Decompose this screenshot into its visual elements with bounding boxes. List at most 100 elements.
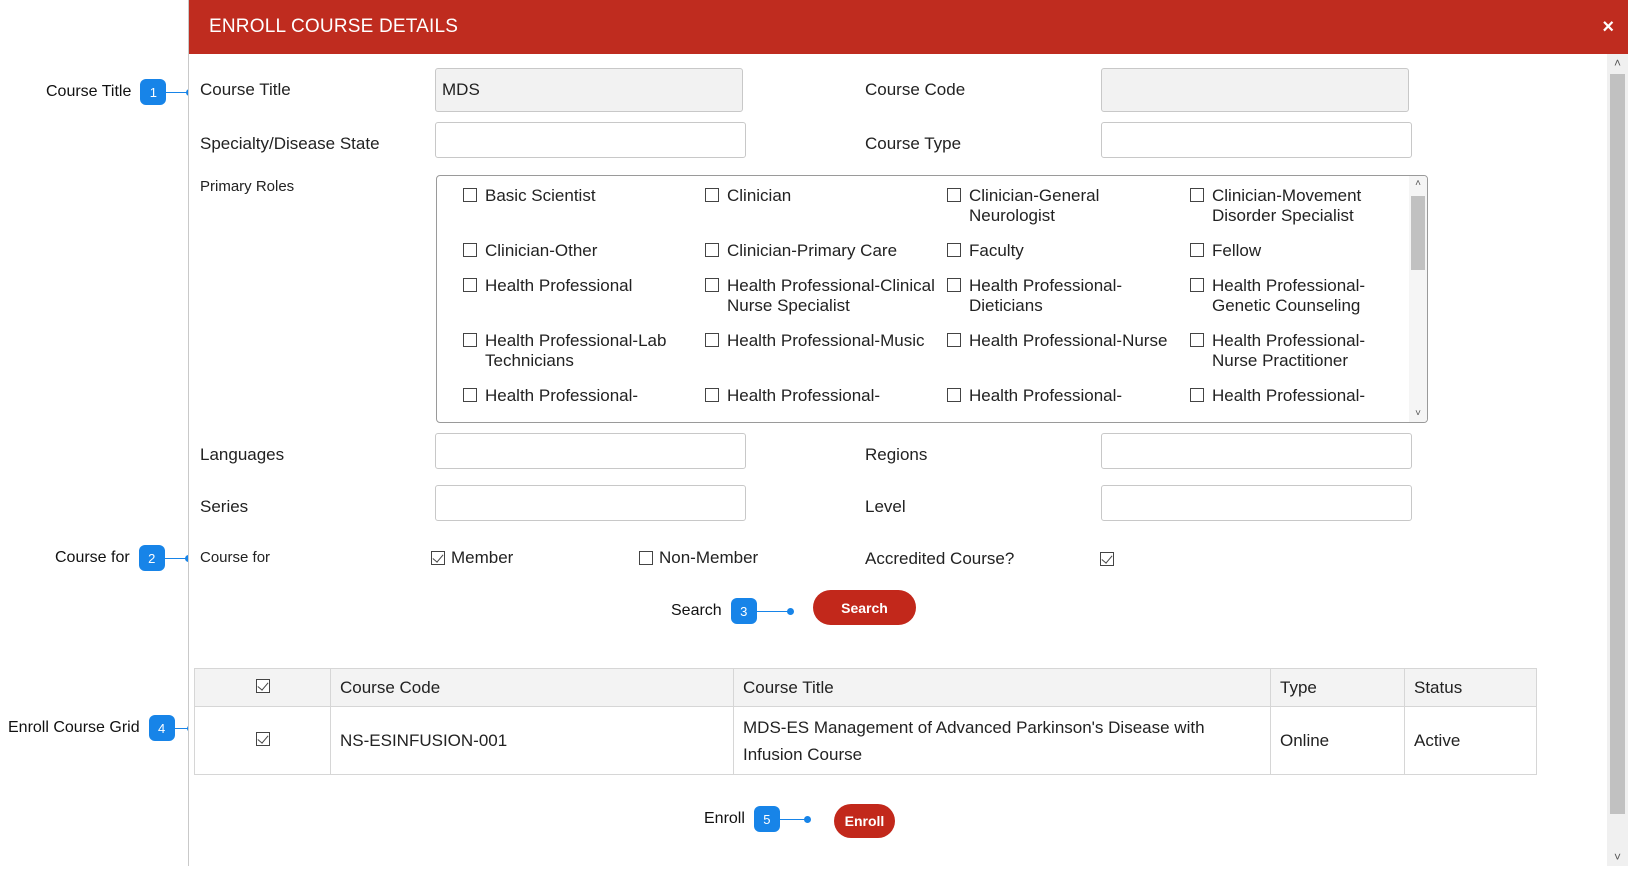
role-checkbox[interactable] (463, 333, 477, 347)
grid-header-select[interactable] (194, 668, 331, 707)
row-checkbox[interactable] (255, 732, 270, 746)
languages-input[interactable] (435, 433, 746, 469)
series-input[interactable] (435, 485, 746, 521)
course-code-field[interactable] (1101, 68, 1409, 112)
role-label: Fellow (1212, 241, 1262, 260)
scroll-up-icon[interactable]: ˄ (1409, 176, 1427, 192)
scroll-down-icon[interactable]: ˅ (1607, 848, 1628, 866)
close-icon[interactable]: × (1602, 17, 1614, 37)
scroll-thumb[interactable] (1610, 74, 1625, 814)
role-label: Faculty (969, 241, 1024, 260)
select-all-checkbox[interactable] (255, 678, 270, 693)
role-label: Health Professional-Clinical Nurse Speci… (727, 276, 935, 315)
enroll-course-modal: ENROLL COURSE DETAILS × Course Title MDS… (188, 0, 1628, 866)
callout-course-title: Course Title 1 (46, 79, 194, 105)
role-label: Health Professional- (485, 386, 639, 405)
role-option[interactable]: Health Professional-Lab Technicians (463, 331, 705, 371)
role-checkbox[interactable] (947, 333, 961, 347)
role-checkbox[interactable] (947, 188, 961, 202)
non-member-check-icon[interactable] (639, 551, 653, 565)
role-option[interactable]: Health Professional-Nurse Practitioner (1190, 331, 1408, 371)
specialty-label: Specialty/Disease State (200, 134, 380, 153)
role-option[interactable]: Health Professional-Genetic Counseling (1190, 276, 1408, 316)
role-checkbox[interactable] (705, 243, 719, 257)
role-option[interactable]: Health Professional- (1190, 386, 1408, 406)
role-option[interactable]: Basic Scientist (463, 186, 705, 226)
role-checkbox[interactable] (705, 188, 719, 202)
level-input[interactable] (1101, 485, 1412, 521)
course-code-label: Course Code (865, 80, 966, 99)
modal-scrollbar[interactable]: ˄ ˅ (1607, 54, 1628, 866)
role-checkbox[interactable] (947, 278, 961, 292)
callout-badge: 4 (148, 715, 175, 741)
callout-badge: 5 (753, 806, 780, 832)
table-row[interactable]: NS-ESINFUSION-001 MDS-ES Management of A… (194, 706, 1537, 775)
callout-search: Search 3 (671, 598, 794, 624)
accredited-checkbox[interactable] (1100, 552, 1114, 566)
role-checkbox[interactable] (1190, 333, 1204, 347)
role-option[interactable]: Health Professional-Dieticians (947, 276, 1190, 316)
role-option[interactable]: Clinician-Primary Care (705, 241, 947, 261)
role-checkbox[interactable] (705, 333, 719, 347)
modal-header: ENROLL COURSE DETAILS × (189, 0, 1628, 54)
course-title-field[interactable]: MDS (435, 68, 743, 112)
row-select-cell[interactable] (194, 706, 331, 775)
specialty-input[interactable] (435, 122, 746, 158)
role-checkbox[interactable] (1190, 388, 1204, 402)
role-checkbox[interactable] (463, 278, 477, 292)
member-checkbox[interactable]: Member (431, 548, 513, 568)
regions-input[interactable] (1101, 433, 1412, 469)
role-checkbox[interactable] (947, 243, 961, 257)
member-check-icon[interactable] (431, 551, 445, 565)
role-option[interactable]: Health Professional- (705, 386, 947, 406)
roles-scrollbar[interactable]: ˄ ˅ (1409, 176, 1427, 422)
enroll-button[interactable]: Enroll (834, 804, 895, 838)
languages-label: Languages (200, 445, 285, 464)
grid-header-row: Course Code Course Title Type Status (194, 668, 1537, 707)
search-button[interactable]: Search (813, 590, 916, 625)
role-option[interactable]: Health Professional- (463, 386, 705, 406)
role-option[interactable]: Health Professional- (947, 386, 1190, 406)
enroll-course-grid: Course Code Course Title Type Status NS-… (194, 668, 1537, 775)
role-option[interactable]: Clinician-Other (463, 241, 705, 261)
role-option[interactable]: Fellow (1190, 241, 1408, 261)
series-label: Series (200, 497, 249, 516)
role-option[interactable]: Health Professional-Music (705, 331, 947, 371)
grid-header-course-code[interactable]: Course Code (330, 668, 734, 707)
scroll-down-icon[interactable]: ˅ (1409, 406, 1427, 422)
callout-leader (779, 815, 811, 823)
role-checkbox[interactable] (1190, 278, 1204, 292)
callout-label: Course for (55, 549, 130, 566)
role-option[interactable]: Clinician-General Neurologist (947, 186, 1190, 226)
role-label: Health Professional- (1212, 386, 1366, 405)
callout-badge: 1 (140, 79, 167, 105)
callout-leader (756, 607, 794, 615)
role-label: Health Professional-Nurse Practitioner (1212, 331, 1366, 370)
role-checkbox[interactable] (463, 243, 477, 257)
role-option[interactable]: Health Professional (463, 276, 705, 316)
role-checkbox[interactable] (705, 278, 719, 292)
primary-roles-grid: Basic Scientist Clinician Clinician-Genera… (463, 186, 1408, 406)
role-checkbox[interactable] (1190, 188, 1204, 202)
grid-header-type[interactable]: Type (1270, 668, 1405, 707)
role-label: Health Professional-Dieticians (969, 276, 1123, 315)
non-member-checkbox[interactable]: Non-Member (639, 548, 758, 568)
role-checkbox[interactable] (1190, 243, 1204, 257)
role-option[interactable]: Health Professional-Nurse (947, 331, 1190, 371)
role-option[interactable]: Faculty (947, 241, 1190, 261)
course-type-input[interactable] (1101, 122, 1412, 158)
callout-label: Enroll Course Grid (8, 719, 140, 736)
scroll-up-icon[interactable]: ˄ (1607, 54, 1628, 72)
role-checkbox[interactable] (463, 388, 477, 402)
grid-header-status[interactable]: Status (1404, 668, 1537, 707)
callout-badge: 3 (730, 598, 757, 624)
role-checkbox[interactable] (463, 188, 477, 202)
role-option[interactable]: Clinician-Movement Disorder Specialist (1190, 186, 1408, 226)
role-label: Clinician-General Neurologist (969, 186, 1100, 225)
role-checkbox[interactable] (705, 388, 719, 402)
role-checkbox[interactable] (947, 388, 961, 402)
role-option[interactable]: Clinician (705, 186, 947, 226)
scroll-thumb[interactable] (1411, 196, 1425, 270)
role-option[interactable]: Health Professional-Clinical Nurse Speci… (705, 276, 947, 316)
grid-header-course-title[interactable]: Course Title (733, 668, 1271, 707)
